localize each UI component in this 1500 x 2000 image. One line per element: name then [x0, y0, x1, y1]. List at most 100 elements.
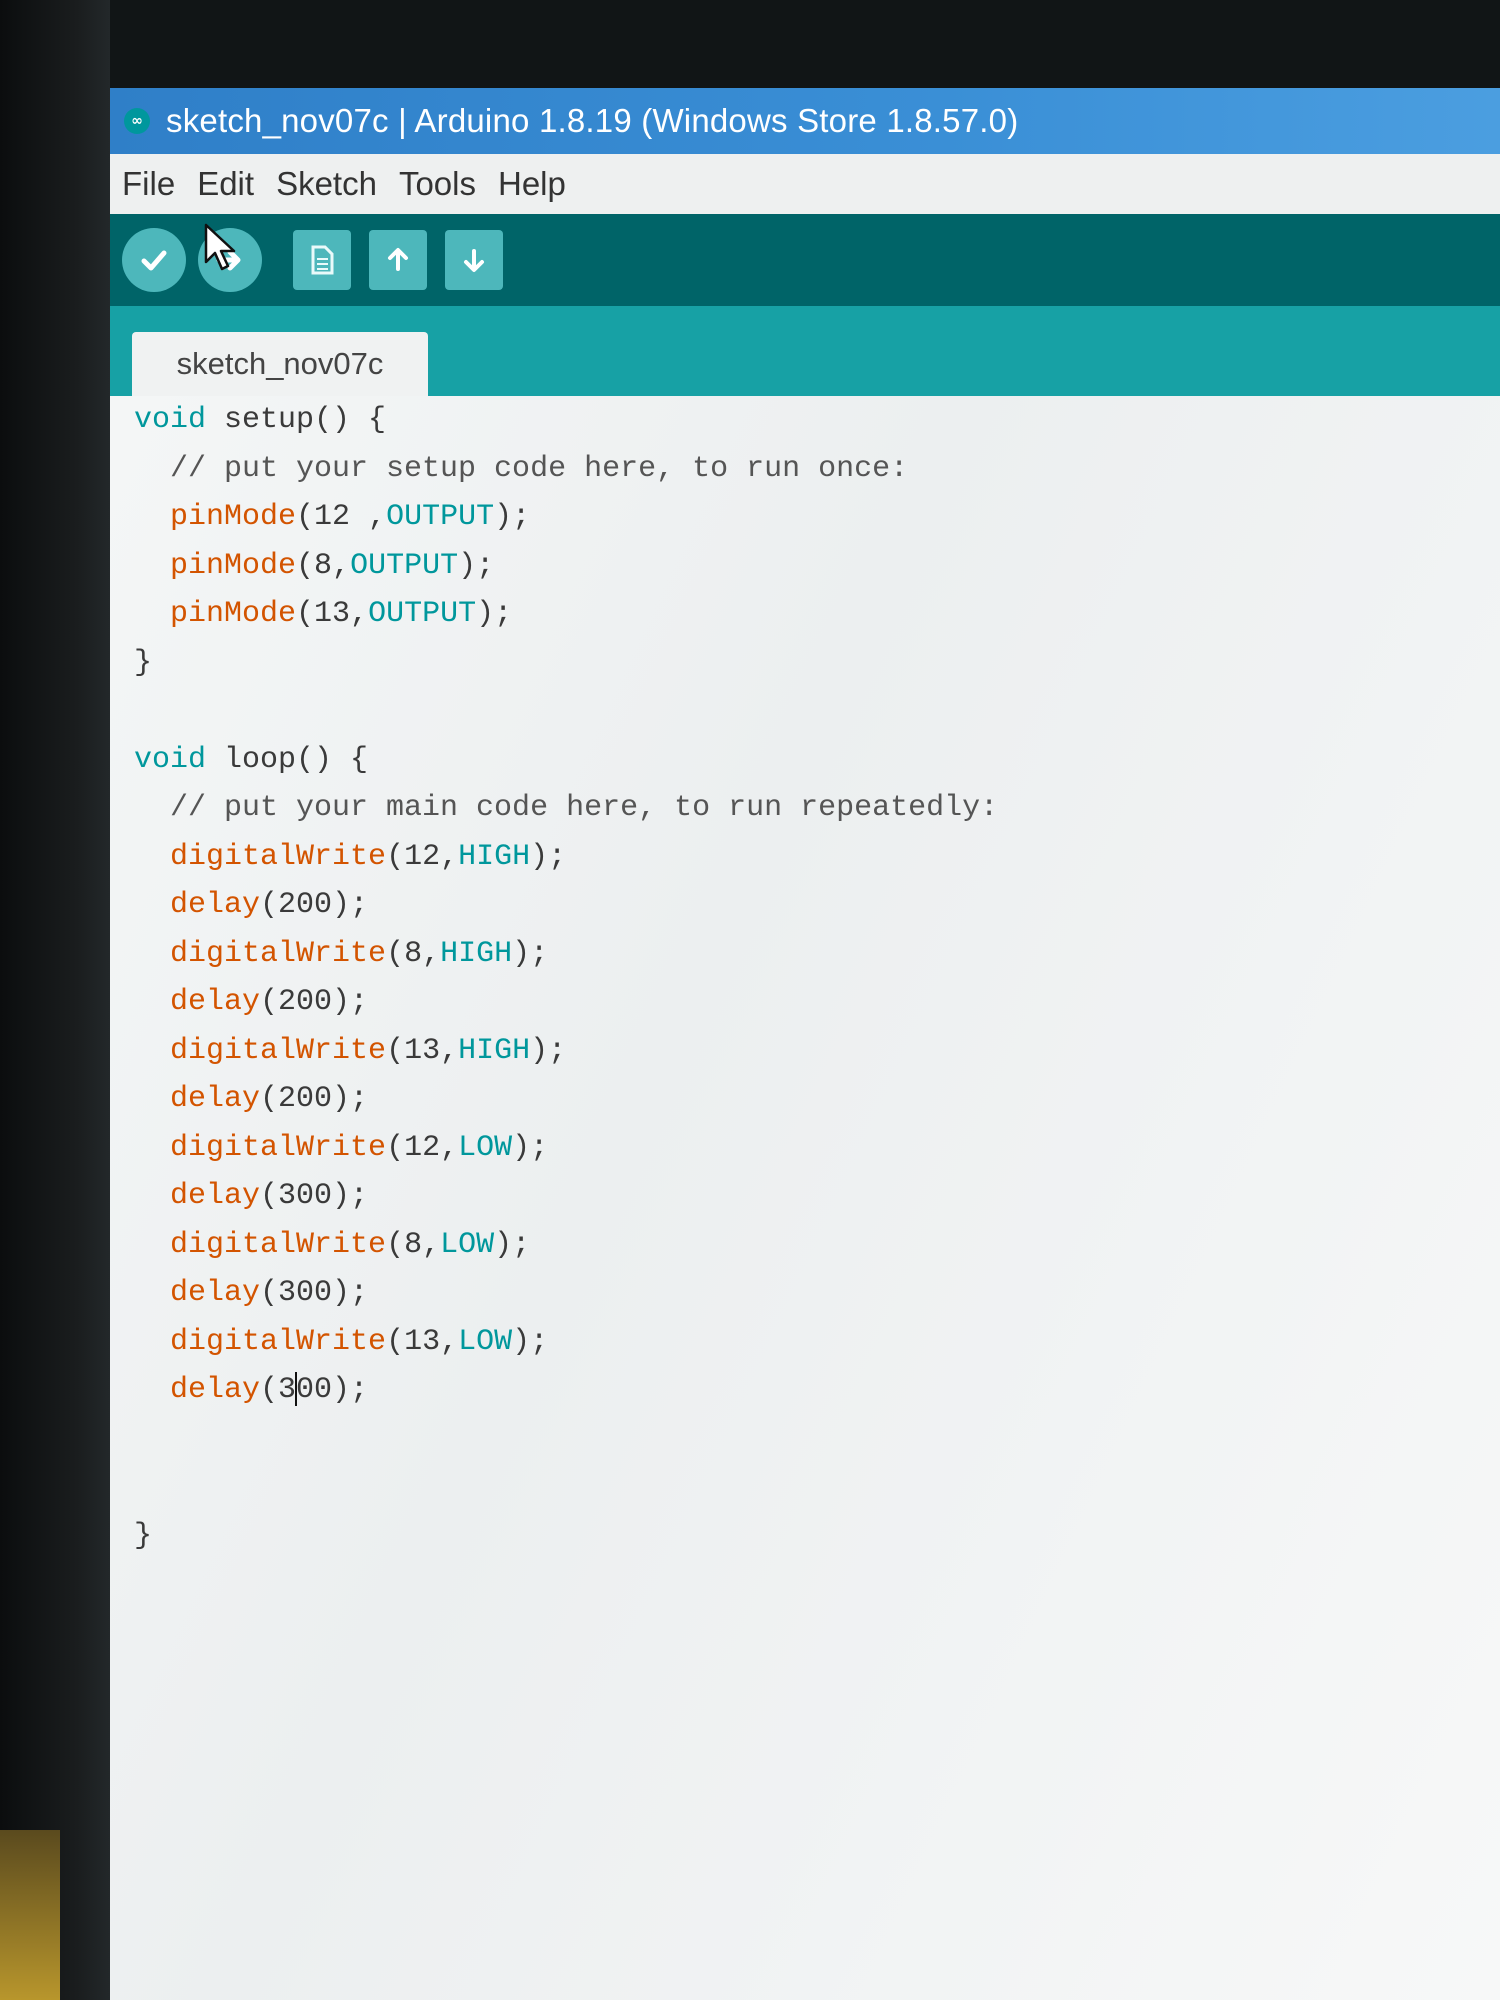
code-token: HIGH	[458, 1033, 531, 1068]
code-token: digitalWrite	[170, 839, 387, 874]
code-token: digitalWrite	[170, 1227, 387, 1262]
code-line[interactable]: digitalWrite(12,HIGH);	[134, 837, 566, 877]
code-line[interactable]: // put your setup code here, to run once…	[134, 449, 908, 489]
code-line[interactable]: delay(200);	[134, 982, 368, 1022]
code-line[interactable]: }	[134, 1516, 152, 1556]
code-line[interactable]: digitalWrite(8,HIGH);	[134, 934, 548, 974]
code-token: delay	[170, 1276, 261, 1310]
code-token: OUTPUT	[350, 548, 459, 583]
code-token: LOW	[458, 1324, 513, 1359]
code-token: );	[494, 500, 531, 534]
code-token: pinMode	[170, 597, 297, 631]
code-line[interactable]: pinMode(13,OUTPUT);	[134, 594, 512, 634]
code-token: OUTPUT	[386, 500, 495, 534]
code-token: (12,	[386, 1130, 459, 1165]
toolbar	[110, 214, 1500, 306]
code-token: HIGH	[458, 839, 531, 874]
code-line[interactable]: // put your main code here, to run repea…	[134, 788, 998, 828]
code-line[interactable]: digitalWrite(8,LOW);	[134, 1225, 530, 1265]
code-token: );	[530, 839, 567, 874]
code-line[interactable]: delay(300);	[134, 1273, 368, 1313]
code-token: setup() {	[206, 403, 387, 437]
tab-strip: sketch_nov07c	[110, 306, 1500, 396]
arrow-down-icon	[464, 249, 484, 272]
code-line[interactable]: }	[134, 643, 152, 683]
menu-bar: File Edit Sketch Tools Help	[110, 154, 1500, 215]
code-token: (3	[260, 1373, 297, 1407]
code-token: LOW	[440, 1227, 495, 1262]
code-line[interactable]: void setup() {	[134, 400, 386, 440]
code-token: digitalWrite	[170, 1324, 387, 1359]
document-icon	[311, 245, 334, 275]
code-token: (200);	[260, 1082, 369, 1116]
code-token: (200);	[260, 888, 369, 922]
code-token: (300);	[260, 1276, 369, 1310]
code-line[interactable]: digitalWrite(12,LOW);	[134, 1128, 548, 1168]
menu-help[interactable]: Help	[496, 165, 568, 203]
code-token: );	[512, 1130, 549, 1165]
code-token: (200);	[260, 985, 369, 1019]
code-token: loop() {	[206, 742, 369, 777]
monitor-bezel-left	[0, 0, 110, 2000]
code-line[interactable]: delay(200);	[134, 885, 368, 925]
code-token: );	[512, 936, 549, 971]
desk-object	[0, 1830, 60, 2000]
code-token: );	[512, 1324, 549, 1359]
code-line[interactable]: delay(300);	[134, 1176, 368, 1216]
code-line[interactable]: delay(300);	[134, 1370, 368, 1410]
code-token: (8,	[386, 1227, 441, 1262]
arrow-up-icon	[388, 248, 408, 271]
code-token: void	[134, 742, 207, 777]
code-token: 00);	[296, 1373, 369, 1407]
menu-file[interactable]: File	[120, 165, 177, 203]
code-token: delay	[170, 1373, 261, 1407]
code-line[interactable]: void loop() {	[134, 740, 368, 780]
code-editor[interactable]: void setup() { // put your setup code he…	[110, 396, 1500, 2000]
code-token: delay	[170, 1179, 261, 1213]
save-button[interactable]	[445, 230, 503, 290]
code-token: (300);	[260, 1179, 369, 1213]
tab-sketch-nov07c[interactable]: sketch_nov07c	[132, 332, 428, 396]
code-line[interactable]: digitalWrite(13,LOW);	[134, 1322, 548, 1362]
menu-tools[interactable]: Tools	[397, 165, 478, 203]
code-token: delay	[170, 888, 261, 922]
check-icon	[141, 250, 167, 271]
code-token: delay	[170, 985, 261, 1019]
code-token: (8,	[386, 936, 441, 971]
code-token: (12,	[386, 839, 459, 874]
monitor-bezel-top	[0, 0, 1500, 95]
code-token: }	[134, 645, 153, 680]
code-line[interactable]: digitalWrite(13,HIGH);	[134, 1031, 566, 1071]
code-token: );	[458, 548, 495, 583]
tab-label: sketch_nov07c	[176, 346, 384, 381]
verify-button[interactable]	[122, 228, 186, 292]
code-token: HIGH	[440, 936, 513, 971]
code-line[interactable]: delay(200);	[134, 1079, 368, 1119]
code-line[interactable]: pinMode(8,OUTPUT);	[134, 546, 494, 586]
code-token: (13,	[296, 597, 369, 631]
code-token: }	[134, 1518, 153, 1553]
code-line[interactable]: pinMode(12 ,OUTPUT);	[134, 497, 530, 537]
arduino-ide-window: ∞ sketch_nov07c | Arduino 1.8.19 (Window…	[110, 88, 1500, 2000]
code-token: // put your main code here, to run repea…	[134, 791, 999, 825]
menu-sketch[interactable]: Sketch	[274, 165, 379, 203]
code-token: (8,	[296, 548, 351, 583]
code-token: );	[530, 1033, 567, 1068]
menu-edit[interactable]: Edit	[195, 165, 256, 203]
new-sketch-button[interactable]	[293, 230, 351, 290]
code-token: );	[476, 597, 513, 631]
code-token: (13,	[386, 1324, 459, 1359]
code-token: );	[494, 1227, 531, 1262]
open-button[interactable]	[369, 230, 427, 290]
title-bar: ∞ sketch_nov07c | Arduino 1.8.19 (Window…	[110, 88, 1500, 154]
code-token: (13,	[386, 1033, 459, 1068]
